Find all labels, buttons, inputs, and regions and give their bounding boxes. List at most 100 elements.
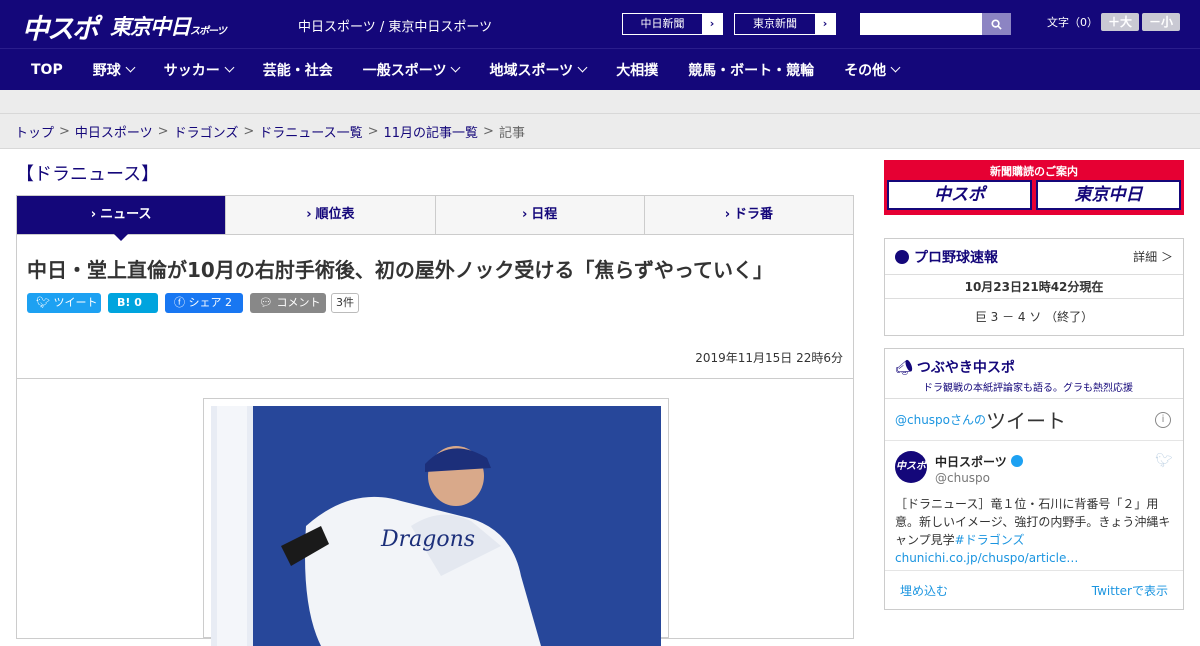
score-timestamp: 10月23日21時42分現在 [885,275,1183,299]
tweet-link[interactable]: chunichi.co.jp/chuspo/article… [895,551,1078,565]
tab-label: 順位表 [315,207,355,222]
subscribe-tokyo-chunichi-button[interactable]: 東京中日 [1036,180,1181,210]
search-input[interactable] [860,13,982,35]
photo-frame: Dragons [203,398,669,646]
tweet-item: 中スポ 中日スポーツ @chuspo 🐦︎ ［ドラニュース］竜１位・石川に背番号… [885,441,1183,571]
tweet-author-handle[interactable]: @chuspo [935,471,990,485]
chevron-down-icon [224,62,235,73]
chunichi-shimbun-label: 中日新聞 [640,17,685,30]
twitter-footer: 埋め込む Twitterで表示 [885,571,1183,609]
comment-icon: 💬︎ [259,296,273,309]
embed-link[interactable]: 埋め込む [900,582,948,599]
nav-label: 一般スポーツ [362,62,447,79]
comment-count[interactable]: 3件 [331,293,359,313]
tab-news[interactable]: › ニュース [17,196,227,241]
tokyo-chunichi-logo[interactable]: 東京中日スポーツ [110,11,227,41]
breadcrumb-separator: > [157,123,169,139]
tweet-hashtag[interactable]: #ドラゴンズ [955,533,1025,547]
tab-schedule[interactable]: › 日程 [435,196,645,234]
article-date: 2019年11月15日 22時6分 [695,351,843,365]
twitter-handle-prefix[interactable]: @chuspoさんの [895,411,986,428]
nav-item-local-sports[interactable]: 地域スポーツ [489,60,588,80]
font-size-label: 文字（0） [1047,16,1098,29]
nav-item-sumo[interactable]: 大相撲 [616,60,658,80]
twitter-timeline-heading: ツイート [986,409,1067,433]
breadcrumb-separator: > [243,123,255,139]
nav-item-baseball[interactable]: 野球 [93,60,136,80]
tab-label: ニュース [100,207,152,222]
chevron-right-icon: › [521,207,528,222]
chuspo-logo[interactable]: 中スポ [22,7,99,46]
hatena-bookmark-button[interactable]: B! 0 [108,293,158,313]
article-photo-area: Dragons [16,379,854,646]
tweet-button[interactable]: 🐦︎ ツイート [27,293,101,313]
avatar[interactable]: 中スポ [895,451,927,483]
nav-item-racing[interactable]: 競馬・ボート・競輪 [688,60,814,80]
pro-baseball-widget: プロ野球速報 詳細 ＞ 10月23日21時42分現在 巨 3 － 4 ソ （終了… [884,238,1184,336]
chevron-down-icon [577,62,588,73]
section-title: 【ドラニュース】 [16,164,160,185]
search-button[interactable] [982,13,1011,35]
chevron-right-icon: › [815,14,835,34]
tokyo-shimbun-link[interactable]: 東京新聞 › [734,13,836,35]
nav-label: その他 [844,62,887,79]
chunichi-shimbun-link[interactable]: 中日新聞 › [622,13,723,35]
tweets-title: つぶやき中スポ [916,360,1015,376]
breadcrumb-separator: > [59,123,70,139]
chevron-down-icon [125,62,136,73]
player-illustration: Dragons [211,406,661,646]
view-on-twitter-link[interactable]: Twitterで表示 [1092,582,1168,599]
tokyo-chunichi-logo-small: スポーツ [190,26,227,37]
share-buttons: 🐦︎ ツイート B! 0 ⓕ シェア 2 💬︎ コメント 3件 [27,293,843,313]
breadcrumb-separator: > [483,123,494,139]
info-icon[interactable]: i [1155,411,1171,428]
nav-label: 地域スポーツ [489,62,574,79]
nav-item-top[interactable]: TOP [31,62,63,78]
breadcrumb-link-dora-news[interactable]: ドラニュース一覧 [259,122,362,141]
verified-icon [1010,455,1023,467]
breadcrumb-link-dragons[interactable]: ドラゴンズ [174,122,239,141]
pro-baseball-header: プロ野球速報 詳細 ＞ [885,239,1183,275]
tokyo-shimbun-label: 東京新聞 [753,17,797,30]
pro-baseball-details-link[interactable]: 詳細 ＞ [1133,248,1173,265]
tweets-subtitle: ドラ観戦の本紙評論家も語る。グラも熱烈応援 [923,383,1133,394]
nav-label: 芸能・社会 [262,62,333,79]
chevron-right-icon: › [724,207,731,222]
tab-dora-ban[interactable]: › ドラ番 [644,196,853,234]
chevron-down-icon [451,62,461,73]
site-title[interactable]: 中日スポーツ / 東京中日スポーツ [298,16,492,35]
font-smaller-button[interactable]: －小 [1142,13,1180,31]
twitter-icon: 🐦︎ [36,296,50,309]
subscription-title: 新聞購読のご案内 [990,165,1078,178]
tweet-text: ［ドラニュース］竜１位・石川に背番号「２」用意。新しいイメージ、強打の内野手。き… [895,495,1175,567]
nav-label: TOP [31,61,63,78]
main-nav: TOP 野球 サッカー 芸能・社会 一般スポーツ 地域スポーツ 大相撲 競馬・ボ… [0,48,1200,90]
main-content: 【ドラニュース】 › ニュース › 順位表 › 日程 › ドラ番 中日・堂上直倫が10月… [16,150,854,646]
jersey-logo: Dragons [380,527,475,552]
tab-label: ドラ番 [734,207,774,222]
tweet-author[interactable]: 中日スポーツ [935,453,1023,470]
comment-button[interactable]: 💬︎ コメント [250,293,326,313]
facebook-icon: ⓕ [174,296,185,309]
baseball-icon [895,249,909,264]
tweet-label: ツイート [53,296,98,309]
twitter-bird-icon[interactable]: 🐦︎ [1155,453,1173,469]
nav-item-soccer[interactable]: サッカー [164,60,235,80]
tweets-header: 📣︎ つぶやき中スポ ドラ観戦の本紙評論家も語る。グラも熱烈応援 [885,349,1183,399]
font-larger-button[interactable]: ＋大 [1101,13,1139,31]
search-icon [991,18,1002,30]
score-result[interactable]: 巨 3 － 4 ソ （終了） [885,299,1183,335]
breadcrumb-link-chuspo[interactable]: 中日スポーツ [75,122,153,141]
article-photo[interactable]: Dragons [211,406,661,646]
tab-standings[interactable]: › 順位表 [226,196,436,234]
facebook-share-button[interactable]: ⓕ シェア 2 [165,293,243,313]
breadcrumb-link-november[interactable]: 11月の記事一覧 [384,122,479,141]
pro-baseball-title: プロ野球速報 [914,249,998,266]
breadcrumb-link-top[interactable]: トップ [15,122,54,141]
nav-item-general-sports[interactable]: 一般スポーツ [362,60,461,80]
nav-item-other[interactable]: その他 [844,60,901,80]
nav-item-entertainment[interactable]: 芸能・社会 [263,60,333,80]
subscribe-chuspo-button[interactable]: 中スポ [887,180,1032,210]
subscription-buttons: 中スポ 東京中日 [887,180,1181,210]
chevron-down-icon [890,62,901,73]
